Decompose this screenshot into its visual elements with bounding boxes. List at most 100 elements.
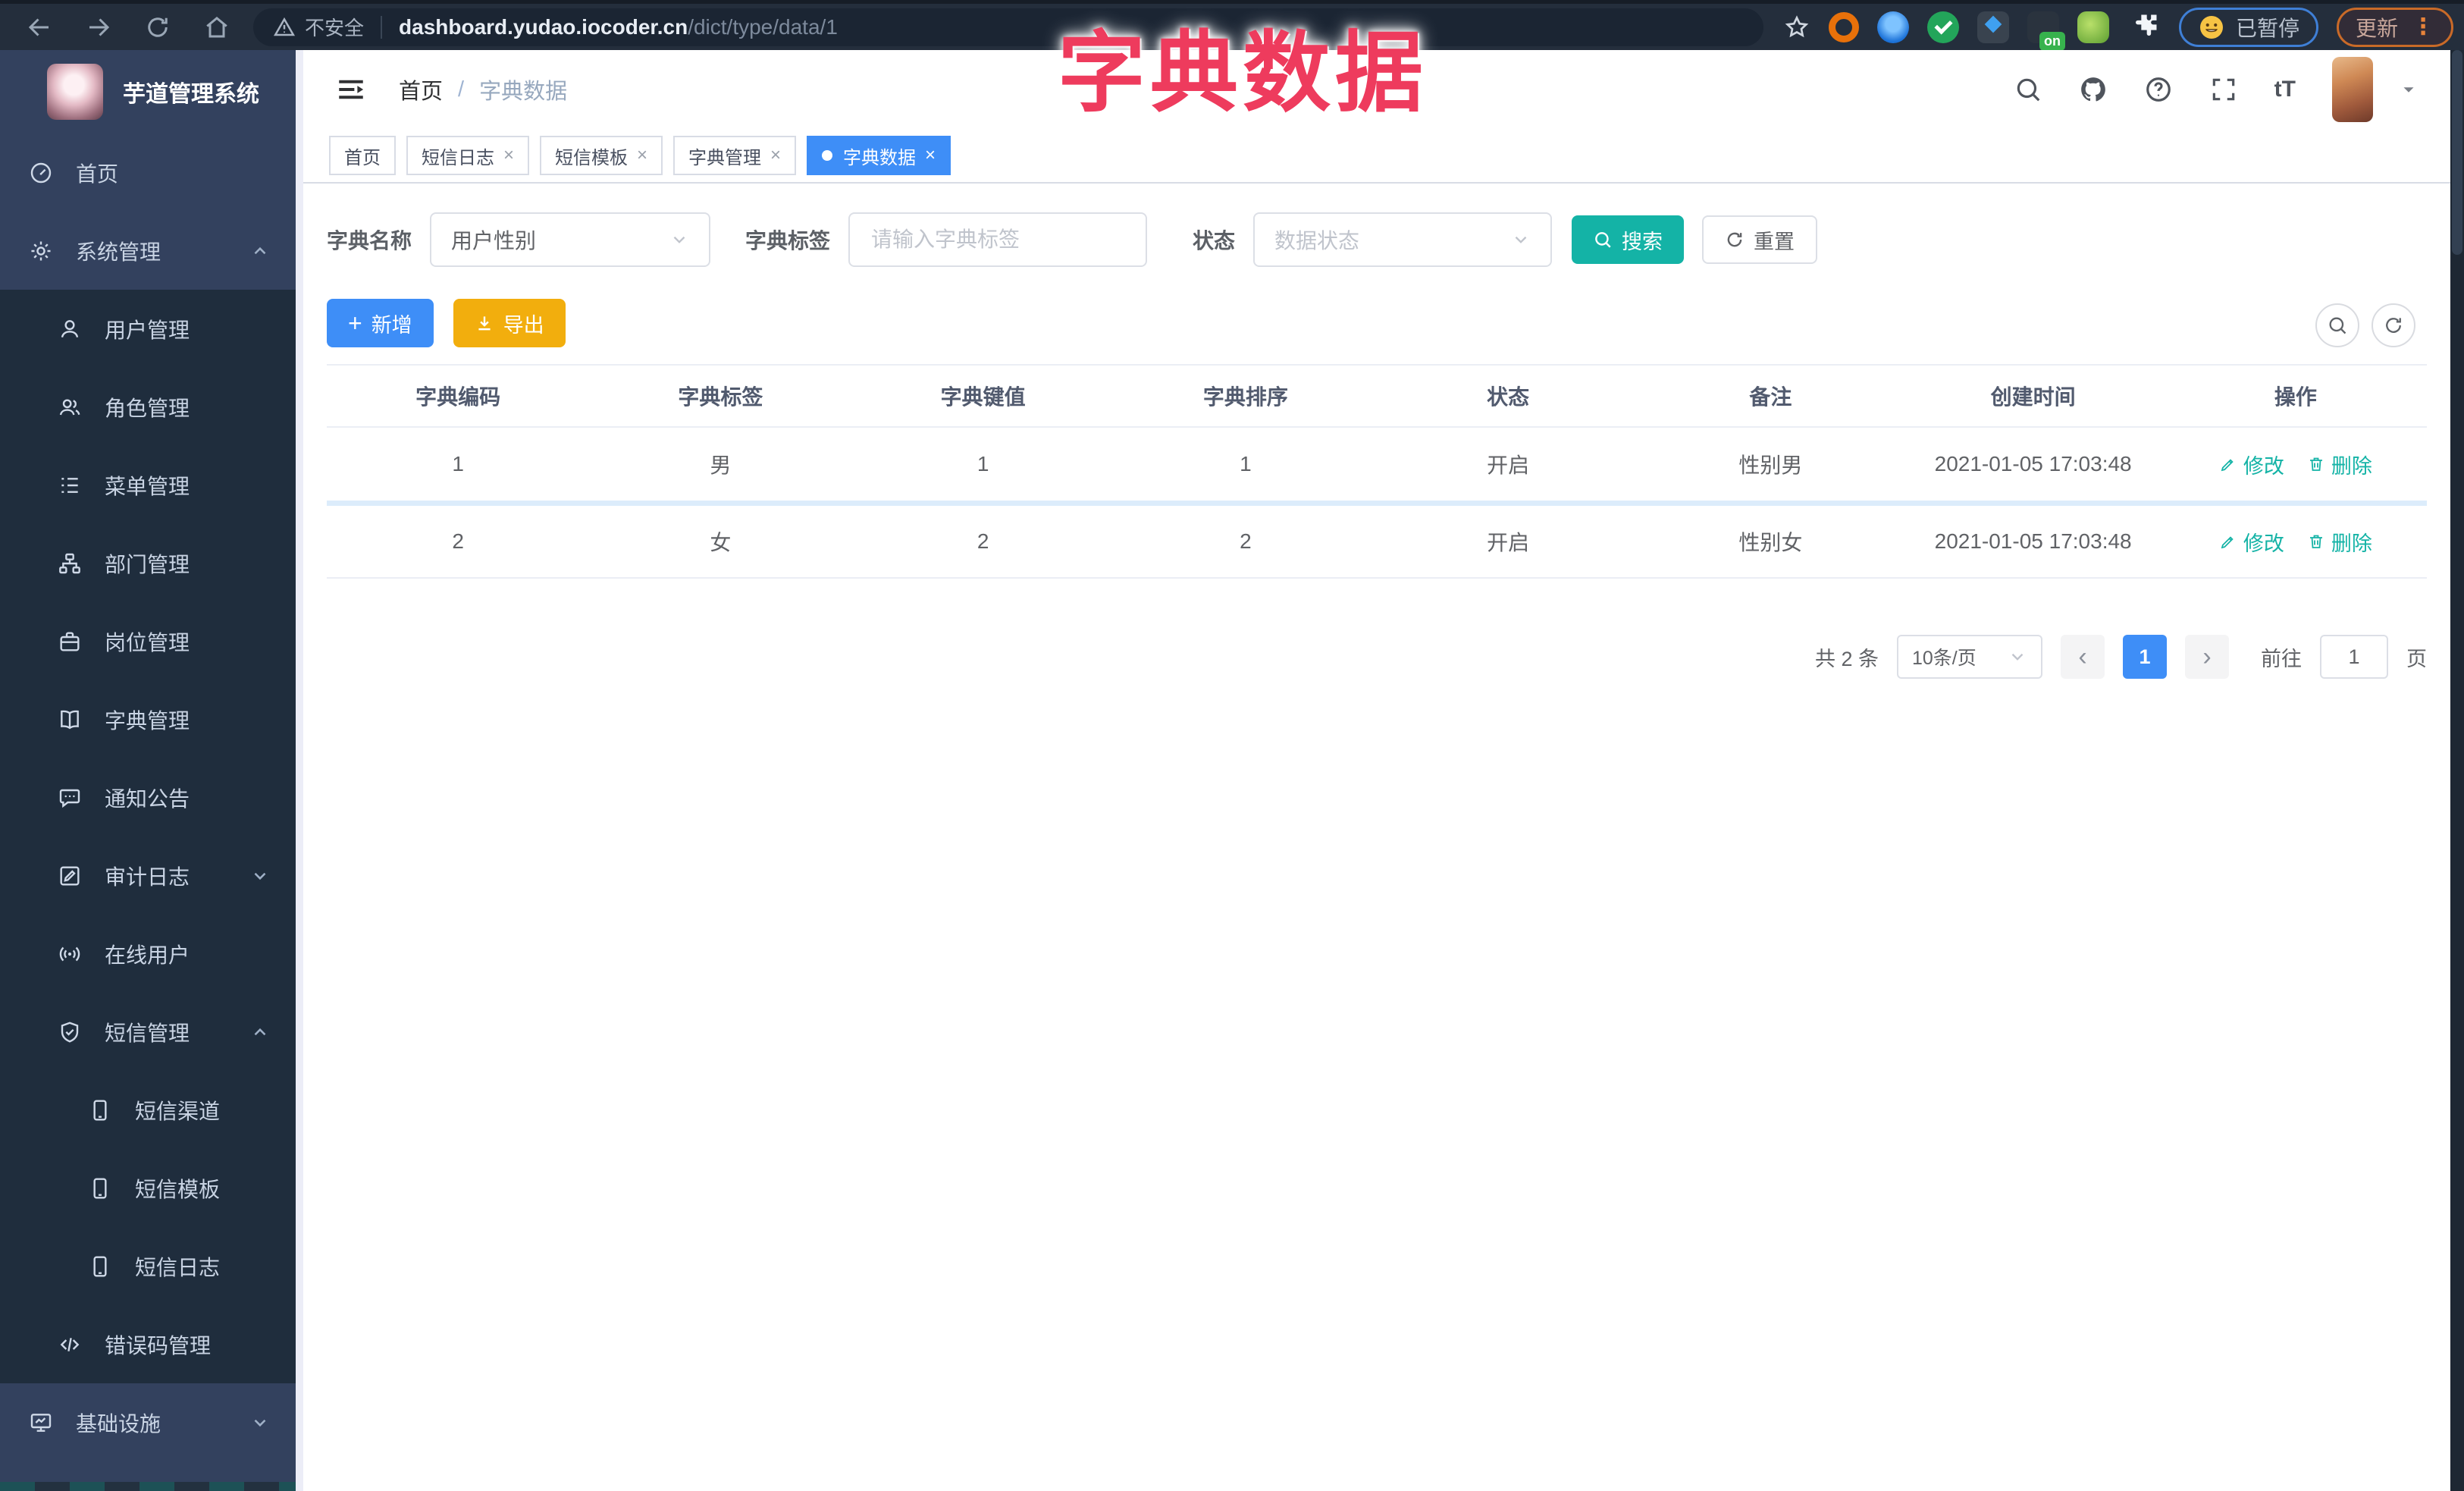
col-header-remark: 备注 [1749, 385, 1792, 409]
sidebar-item-label: 岗位管理 [105, 630, 190, 654]
tab-home[interactable]: 首页 [329, 136, 396, 175]
tab-close-icon[interactable]: × [637, 145, 647, 166]
cell-status: 开启 [1487, 531, 1530, 554]
avatar[interactable] [2332, 57, 2373, 122]
dashboard-icon [30, 162, 52, 183]
sidebar-item-dict[interactable]: 字典管理 [0, 680, 296, 758]
page-number-1[interactable]: 1 [2123, 635, 2167, 679]
on-badge: on [2039, 31, 2065, 51]
emoji-face-icon [2199, 15, 2223, 39]
security-label[interactable]: 不安全 [305, 13, 364, 41]
app-title: 芋道管理系统 [123, 82, 259, 107]
fullscreen-icon[interactable] [2209, 75, 2238, 104]
extension-leaf-icon[interactable] [2077, 11, 2109, 43]
dict-name-label: 字典名称 [327, 229, 412, 253]
chevron-up-icon [254, 246, 266, 254]
tab-dict-data[interactable]: 字典数据 × [807, 136, 951, 175]
sidebar-item-departments[interactable]: 部门管理 [0, 524, 296, 602]
tab-sms-template[interactable]: 短信模板 × [540, 136, 663, 175]
search-button[interactable]: 搜索 [1572, 215, 1685, 264]
next-page-button[interactable]: › [2185, 635, 2229, 679]
page-size-select[interactable]: 10条/页 [1897, 635, 2042, 679]
caret-down-icon[interactable] [2399, 80, 2419, 99]
home-icon[interactable] [203, 14, 230, 41]
dict-name-select[interactable]: 用户性别 [430, 212, 711, 267]
status-select[interactable]: 数据状态 [1253, 212, 1553, 267]
refresh-table-button[interactable] [2372, 303, 2415, 347]
table-settings [2315, 303, 2415, 347]
sidebar-item-posts[interactable]: 岗位管理 [0, 602, 296, 680]
sidebar-item-roles[interactable]: 角色管理 [0, 368, 296, 446]
breadcrumb-home[interactable]: 首页 [399, 74, 443, 105]
sidebar-item-system[interactable]: 系统管理 [0, 212, 296, 290]
github-icon[interactable] [2079, 75, 2108, 104]
sidebar-item-sms[interactable]: 短信管理 [0, 993, 296, 1071]
delete-link[interactable]: 删除 [2307, 450, 2372, 479]
warning-icon [273, 17, 296, 36]
reset-button-label: 重置 [1754, 230, 1795, 253]
dict-label-input[interactable] [848, 212, 1148, 267]
sidebar-item-sms-template[interactable]: 短信模板 [0, 1149, 296, 1227]
reload-icon[interactable] [144, 14, 171, 41]
sidebar-item-label: 通知公告 [105, 786, 190, 811]
back-icon[interactable] [26, 14, 53, 41]
breadcrumb-separator: / [458, 77, 465, 102]
cell-label: 女 [710, 531, 732, 554]
browser-menu-icon[interactable]: ⋮ [2412, 14, 2434, 40]
edit-link[interactable]: 修改 [2219, 450, 2284, 479]
table-header-row: 字典编码 字典标签 字典键值 字典排序 状态 备注 创建时间 操作 [327, 366, 2427, 428]
col-header-value: 字典键值 [940, 385, 1026, 409]
bookmark-star-icon[interactable] [1783, 14, 1810, 41]
extension-blue-icon[interactable] [1876, 11, 1909, 43]
export-button[interactable]: 导出 [453, 299, 566, 347]
help-icon[interactable] [2144, 75, 2173, 104]
update-button[interactable]: 更新 ⋮ [2336, 7, 2453, 47]
phone-icon [93, 1178, 107, 1198]
scrollbar-thumb[interactable] [2452, 50, 2462, 255]
sidebar-item-error-code[interactable]: 错误码管理 [0, 1305, 296, 1383]
sidebar-item-label: 系统管理 [76, 240, 161, 264]
shield-check-icon [61, 1021, 79, 1043]
col-header-created: 创建时间 [1990, 385, 2076, 409]
chevron-down-icon [254, 1419, 266, 1427]
tab-close-icon[interactable]: × [770, 145, 781, 166]
reset-button[interactable]: 重置 [1702, 215, 1818, 264]
sidebar-item-notice[interactable]: 通知公告 [0, 758, 296, 837]
font-size-icon[interactable]: tT [2274, 77, 2296, 102]
search-icon [2329, 317, 2346, 334]
extension-diamond-icon[interactable] [1977, 11, 2009, 43]
sidebar-logo[interactable]: 芋道管理系统 [0, 50, 296, 133]
tab-close-icon[interactable]: × [503, 145, 514, 166]
address-bar[interactable]: 不安全 dashboard.yudao.iocoder.cn /dict/typ… [253, 8, 1763, 46]
search-icon[interactable] [2014, 75, 2042, 104]
extension-on-icon[interactable]: on [2027, 11, 2065, 51]
tab-close-icon[interactable]: × [925, 145, 936, 166]
sidebar-item-label: 审计日志 [105, 865, 190, 889]
briefcase-icon [60, 631, 80, 651]
sidebar-item-infrastructure[interactable]: 基础设施 [0, 1383, 296, 1461]
paused-badge[interactable]: 已暂停 [2178, 7, 2318, 47]
goto-page-input[interactable] [2320, 635, 2388, 679]
delete-link[interactable]: 删除 [2307, 527, 2372, 557]
sidebar-item-audit-log[interactable]: 审计日志 [0, 837, 296, 915]
extensions-puzzle-icon[interactable] [2127, 11, 2161, 44]
sidebar-item-home[interactable]: 首页 [0, 133, 296, 212]
sidebar-item-sms-log[interactable]: 短信日志 [0, 1227, 296, 1305]
edit-link[interactable]: 修改 [2219, 527, 2284, 557]
prev-page-button[interactable]: ‹ [2061, 635, 2105, 679]
sidebar-item-users[interactable]: 用户管理 [0, 290, 296, 368]
extension-orange-icon[interactable] [1828, 11, 1859, 42]
extension-green-check-icon[interactable] [1926, 11, 1959, 43]
sidebar-scrollbar[interactable] [296, 50, 303, 1491]
forward-icon[interactable] [85, 14, 112, 41]
tab-dict-manage[interactable]: 字典管理 × [673, 136, 797, 175]
toggle-search-button[interactable] [2315, 303, 2359, 347]
sidebar-item-online-users[interactable]: 在线用户 [0, 915, 296, 993]
page-scrollbar[interactable] [2450, 50, 2464, 1491]
sidebar-fold-icon[interactable] [335, 74, 367, 105]
screen: 不安全 dashboard.yudao.iocoder.cn /dict/typ… [0, 0, 2464, 1491]
sidebar-item-sms-channel[interactable]: 短信渠道 [0, 1071, 296, 1149]
add-button[interactable]: + 新增 [327, 299, 434, 347]
sidebar-item-menus[interactable]: 菜单管理 [0, 446, 296, 524]
tab-sms-log[interactable]: 短信日志 × [406, 136, 530, 175]
